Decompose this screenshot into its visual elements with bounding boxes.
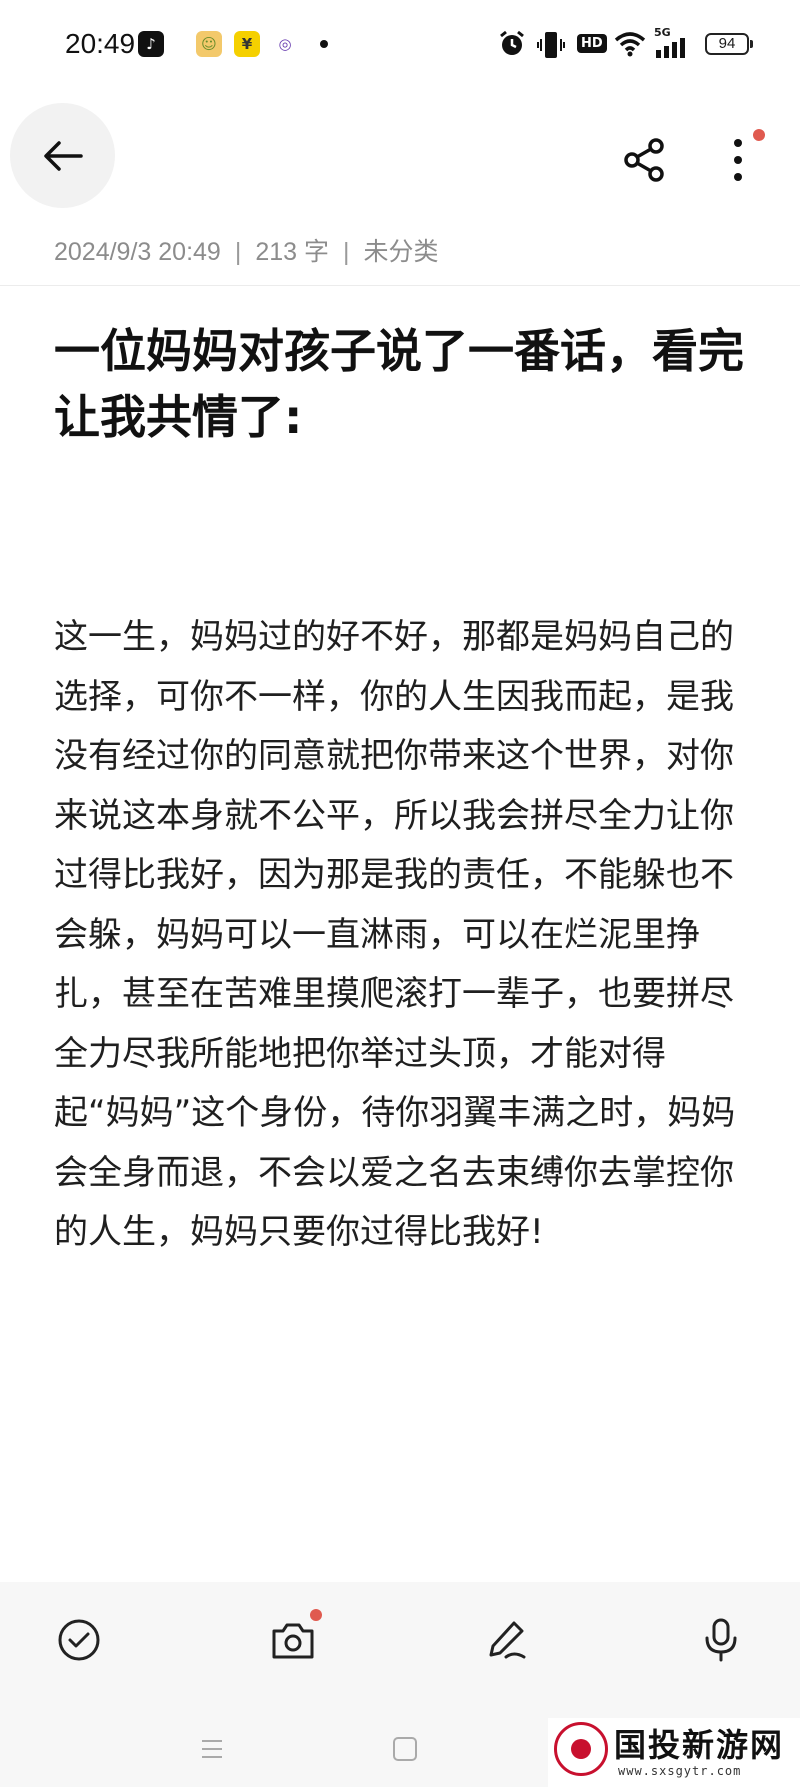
pen-icon [489, 1621, 526, 1659]
note-title[interactable]: 一位妈妈对孩子说了一番话，看完让我共情了: [54, 318, 754, 450]
note-date: 2024/9/3 20:49 [54, 238, 221, 266]
hd-icon: HD [577, 34, 607, 53]
home-square-icon[interactable] [393, 1737, 417, 1761]
menu-icon[interactable] [200, 1737, 224, 1761]
back-button[interactable] [10, 103, 115, 208]
watermark-logo-icon [554, 1722, 608, 1776]
app-icon: ☺ [196, 31, 222, 57]
checklist-button[interactable] [51, 1612, 107, 1668]
status-bar: 20:49 ♪ ☺ ¥ ◎ HD 5G 94 [0, 0, 800, 92]
signal-icon [656, 38, 685, 58]
app-icon-purple: ◎ [272, 31, 298, 57]
wifi-icon [614, 32, 646, 57]
microphone-icon [705, 1618, 737, 1662]
handwriting-button[interactable] [479, 1612, 535, 1668]
watermark: 国投新游网 www.sxsgytr.com [548, 1718, 800, 1787]
note-meta: 2024/9/3 20:49 | 213 字 | 未分类 [54, 232, 439, 268]
note-body[interactable]: 这一生，妈妈过的好不好，那都是妈妈自己的选择，可你不一样，你的人生因我而起，是我… [54, 608, 744, 1263]
share-button[interactable] [620, 135, 670, 185]
arrow-left-icon [43, 140, 83, 171]
meta-separator: | [343, 238, 350, 266]
yen-icon: ¥ [234, 31, 260, 57]
battery-icon: 94 [705, 33, 753, 55]
notification-dot [320, 40, 328, 48]
note-category[interactable]: 未分类 [364, 238, 439, 266]
meta-separator: | [234, 238, 242, 266]
tiktok-icon: ♪ [138, 31, 164, 57]
camera-badge [310, 1609, 322, 1621]
word-count: 213 字 [255, 238, 329, 266]
alarm-icon [500, 30, 524, 55]
more-vertical-icon [734, 139, 742, 181]
more-options-button[interactable] [718, 133, 758, 187]
vibrate-icon [537, 32, 565, 58]
check-icon [58, 1619, 100, 1661]
voice-input-button[interactable] [693, 1612, 749, 1668]
divider [0, 285, 800, 286]
share-icon [624, 138, 664, 182]
watermark-title: 国投新游网 [614, 1726, 785, 1764]
camera-icon [272, 1623, 314, 1659]
notification-badge [753, 129, 765, 141]
watermark-url: www.sxsgytr.com [618, 1764, 742, 1778]
status-time: 20:49 [65, 28, 136, 59]
